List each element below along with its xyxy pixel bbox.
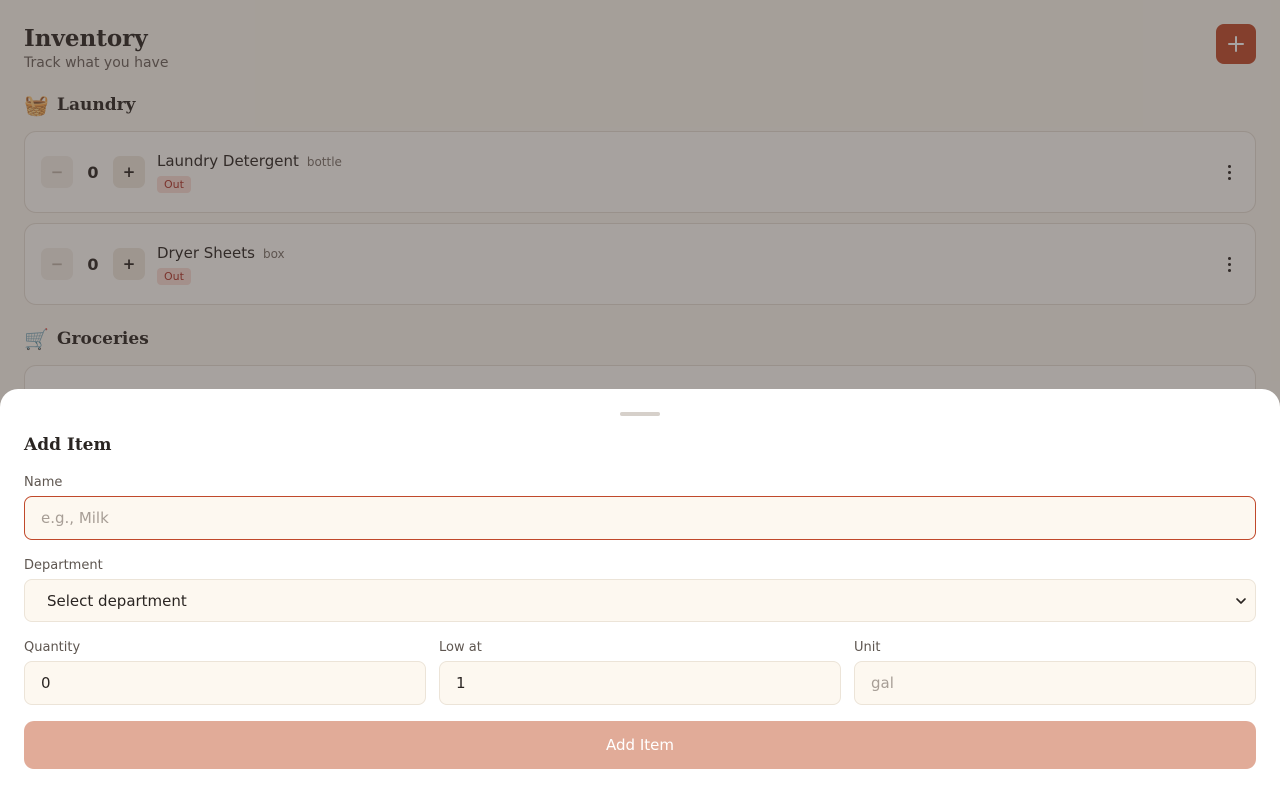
drag-handle[interactable] <box>620 412 660 416</box>
quantity-label: Quantity <box>24 640 81 655</box>
low-at-column: Low at <box>439 640 841 705</box>
quantity-row: Quantity Low at Unit <box>24 640 1256 705</box>
low-at-label: Low at <box>439 640 482 655</box>
name-label: Name <box>24 475 63 490</box>
department-value: Select department <box>47 591 187 610</box>
unit-column: Unit <box>854 640 1256 705</box>
department-label: Department <box>24 558 103 573</box>
low-at-input[interactable] <box>439 661 841 705</box>
add-item-submit-button[interactable]: Add Item <box>24 721 1256 769</box>
unit-input[interactable] <box>854 661 1256 705</box>
quantity-column: Quantity <box>24 640 426 705</box>
department-select[interactable]: Select department <box>24 579 1256 622</box>
sheet-title: Add Item <box>24 435 112 455</box>
unit-label: Unit <box>854 640 881 655</box>
name-input[interactable] <box>24 496 1256 540</box>
chevron-down-icon <box>1236 597 1246 604</box>
add-item-sheet: Add Item Name Department Select departme… <box>0 389 1280 800</box>
quantity-input[interactable] <box>24 661 426 705</box>
